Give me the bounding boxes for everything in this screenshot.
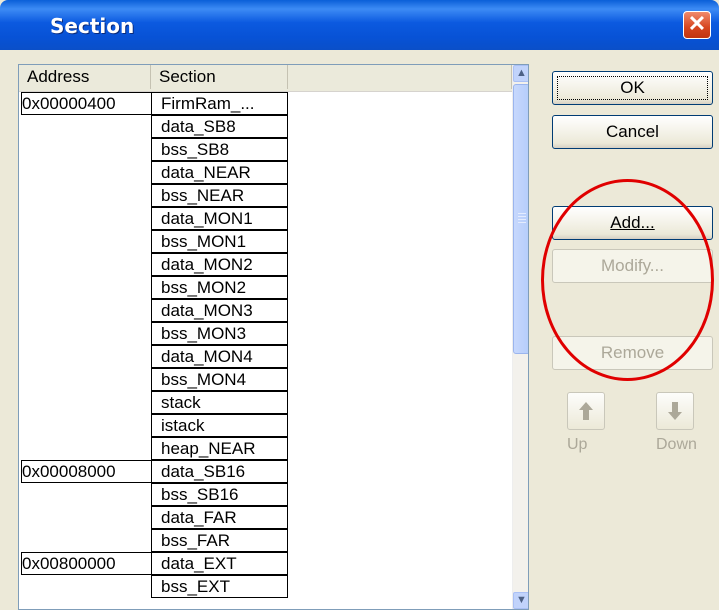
- section-cell: bss_MON3: [151, 322, 288, 345]
- up-button[interactable]: [567, 392, 605, 430]
- section-cell: bss_FAR: [151, 529, 288, 552]
- section-cell: data_NEAR: [151, 161, 288, 184]
- address-cell: 0x00008000: [21, 460, 151, 483]
- section-cell: data_MON1: [151, 207, 288, 230]
- column-header-empty: [288, 65, 512, 89]
- address-cell: 0x00000400: [21, 92, 151, 115]
- close-button[interactable]: ✕: [683, 11, 711, 39]
- address-cell: [21, 575, 151, 598]
- address-cell: [21, 391, 151, 414]
- address-cell: [21, 368, 151, 391]
- close-icon: ✕: [687, 11, 707, 36]
- down-arrow-icon: [668, 402, 682, 420]
- address-cell: [21, 207, 151, 230]
- section-cell: data_FAR: [151, 506, 288, 529]
- section-cell: data_EXT: [151, 552, 288, 575]
- address-cell: [21, 345, 151, 368]
- ok-button[interactable]: OK: [552, 71, 713, 105]
- down-label: Down: [656, 436, 697, 453]
- scroll-down-button[interactable]: ▼: [513, 592, 528, 609]
- section-cell: stack: [151, 391, 288, 414]
- section-cell: bss_NEAR: [151, 184, 288, 207]
- scroll-up-button[interactable]: ▲: [513, 65, 528, 82]
- address-cell: [21, 414, 151, 437]
- address-cell: [21, 483, 151, 506]
- up-label: Up: [567, 436, 588, 453]
- section-dialog: Section ✕ Address Section 0x00000400 Firm…: [0, 0, 719, 610]
- section-cell: data_SB16: [151, 460, 288, 483]
- section-cell: FirmRam_...: [151, 92, 288, 115]
- section-cell: bss_SB8: [151, 138, 288, 161]
- address-cell: [21, 115, 151, 138]
- address-cell: [21, 138, 151, 161]
- annotation-ring: [541, 179, 714, 381]
- section-cell: data_SB8: [151, 115, 288, 138]
- section-cell: bss_MON4: [151, 368, 288, 391]
- address-cell: [21, 437, 151, 460]
- address-cell: [21, 529, 151, 552]
- list-header: Address Section: [19, 65, 512, 92]
- scrollbar-thumb[interactable]: [513, 84, 528, 354]
- cancel-label: Cancel: [606, 122, 659, 141]
- section-list[interactable]: Address Section 0x00000400 FirmRam_... dat…: [18, 64, 529, 610]
- section-cell: heap_NEAR: [151, 437, 288, 460]
- vertical-scrollbar[interactable]: ▲ ▼: [512, 65, 528, 609]
- section-cell: istack: [151, 414, 288, 437]
- section-cell: bss_MON2: [151, 276, 288, 299]
- section-cell: bss_SB16: [151, 483, 288, 506]
- address-cell: [21, 161, 151, 184]
- dialog-title: Section: [50, 14, 135, 38]
- section-cell: data_MON3: [151, 299, 288, 322]
- column-header-address[interactable]: Address: [19, 65, 151, 89]
- address-cell: [21, 276, 151, 299]
- address-cell: [21, 299, 151, 322]
- address-cell: [21, 230, 151, 253]
- scroll-down-icon: ▼: [516, 594, 527, 606]
- column-header-section[interactable]: Section: [151, 65, 288, 89]
- down-button[interactable]: [656, 392, 694, 430]
- up-arrow-icon: [579, 402, 593, 420]
- address-cell: 0x00800000: [21, 552, 151, 575]
- section-cell: data_MON4: [151, 345, 288, 368]
- focus-rect: [557, 76, 708, 100]
- address-cell: [21, 253, 151, 276]
- scroll-up-icon: ▲: [516, 67, 527, 79]
- address-cell: [21, 184, 151, 207]
- section-cell: bss_MON1: [151, 230, 288, 253]
- address-cell: [21, 506, 151, 529]
- section-cell: data_MON2: [151, 253, 288, 276]
- section-cell: bss_EXT: [151, 575, 288, 598]
- cancel-button[interactable]: Cancel: [552, 115, 713, 149]
- address-cell: [21, 322, 151, 345]
- title-bar[interactable]: Section ✕: [0, 0, 719, 50]
